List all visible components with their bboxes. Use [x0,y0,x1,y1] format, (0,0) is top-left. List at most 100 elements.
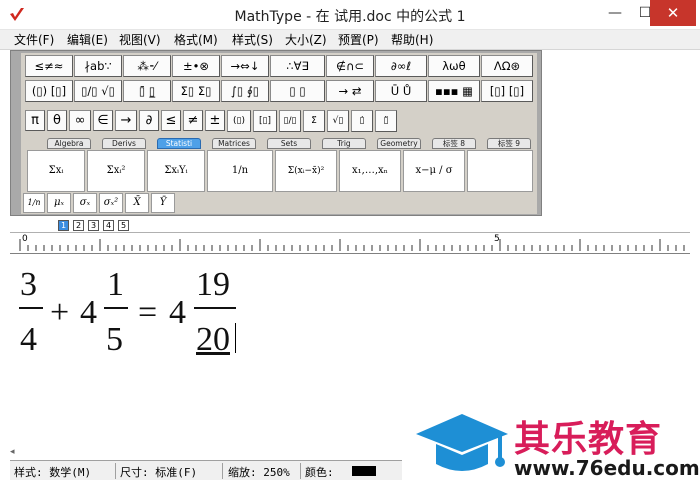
palette-embellishments[interactable]: ⁂⁃⁄ [123,55,171,77]
palette-relations[interactable]: ≤≠≈ [25,55,73,77]
color-swatch[interactable] [352,466,376,476]
template-parens[interactable]: (▯) [227,110,251,132]
palette-bars[interactable]: ▯ ▯ [270,80,325,102]
template-sum-xi[interactable]: Σxᵢ [27,150,85,192]
menu-style[interactable]: 样式(S) [232,32,273,48]
symbol-element-of[interactable]: ∈ [93,110,113,131]
menu-edit[interactable]: 编辑(E) [67,32,108,48]
palette-fractions-radicals[interactable]: ▯/▯ √▯ [74,80,122,102]
palette-spaces[interactable]: ∤ab∵ [74,55,122,77]
status-color-label: 颜色: [305,466,334,479]
template-sum-squared-deviation[interactable]: Σ(xᵢ−x̄)² [275,150,337,192]
palette-summations[interactable]: Σ▯ Σ▯ [172,80,220,102]
small-template-mu-x[interactable]: μₓ [47,193,71,213]
toolbar-panel: ≤≠≈ ∤ab∵ ⁂⁃⁄ ±•⊗ →⇔↓ ∴∀∃ ∉∩⊂ ∂∞ℓ λωθ ΛΩ⊛… [21,53,537,214]
symbol-infinity[interactable]: ∞ [69,110,91,131]
watermark-url: www.76edu.com [514,456,700,480]
small-template-y-bar[interactable]: Ȳ [151,193,175,213]
minimize-button[interactable]: — [600,0,630,26]
tab-geometry[interactable]: Geometry [377,138,421,149]
control-button-2[interactable]: 2 [73,220,84,231]
tab-algebra[interactable]: Algebra [47,138,91,149]
menu-size[interactable]: 大小(Z) [285,32,327,48]
template-sum[interactable]: Σ̈ [303,110,325,132]
scroll-left-icon[interactable]: ◂ [10,447,20,459]
symbol-plus-minus[interactable]: ± [205,110,225,131]
tab-label-8[interactable]: 标签 8 [432,138,476,149]
ruler[interactable]: 0 5 [10,232,690,254]
tab-label-9[interactable]: 标签 9 [487,138,531,149]
tab-derivs[interactable]: Derivs [102,138,146,149]
palette-boxes[interactable]: [▯] [▯] [481,80,533,102]
insertion-cursor [235,323,236,353]
watermark-title: 其乐教育 [514,419,663,460]
symbol-not-equal[interactable]: ≠ [183,110,203,131]
menu-file[interactable]: 文件(F) [14,32,54,48]
status-zoom[interactable]: 缩放: 250% [228,464,290,480]
title-bar: MathType - 在 试用.doc 中的公式 1 — ☐ ✕ [0,0,700,30]
template-standardize[interactable]: x−μ / σ [403,150,465,192]
small-template-sigma-x-squared[interactable]: σₓ² [99,193,123,213]
template-fraction[interactable]: ▯/▯ [279,110,301,132]
control-button-3[interactable]: 3 [88,220,99,231]
template-one-over-n[interactable]: 1/n [207,150,273,192]
template-sqrt[interactable]: √▯ [327,110,349,132]
tab-trig[interactable]: Trig [322,138,366,149]
palette-fences[interactable]: (▯) [▯] [25,80,73,102]
eq-fraction-3-denominator: 20 [196,321,230,358]
palette-labeled-arrows[interactable]: → ⇄ [326,80,374,102]
symbol-theta[interactable]: θ [47,110,67,131]
palette-matrices[interactable]: ▪▪▪ ▦ [428,80,480,102]
eq-fraction-3-bar [194,307,236,309]
eq-fraction-2-numerator: 1 [107,266,124,303]
small-template-sigma-x[interactable]: σₓ [73,193,97,213]
tab-matrices[interactable]: Matrices [212,138,256,149]
template-ddot[interactable]: ▯̈ [375,110,397,132]
status-style[interactable]: 样式: 数学(M) [14,464,91,480]
symbol-less-equal[interactable]: ≤ [161,110,181,131]
palette-integrals[interactable]: ∫▯ ∮▯ [221,80,269,102]
small-template-one-over-n[interactable]: 1/n [23,193,45,213]
tab-sets[interactable]: Sets [267,138,311,149]
palette-greek-upper[interactable]: ΛΩ⊛ [481,55,533,77]
eq-plus-sign: + [50,294,70,331]
palette-greek-lower[interactable]: λωθ [428,55,480,77]
palette-scripts[interactable]: ▯̄ ▯̲ [123,80,171,102]
palette-arrows[interactable]: →⇔↓ [221,55,269,77]
palette-sets[interactable]: ∉∩⊂ [326,55,374,77]
small-template-row: 1/n μₓ σₓ σₓ² X̄ Ȳ [21,192,537,214]
menu-help[interactable]: 帮助(H) [391,32,433,48]
mathtype-toolbar: ≤≠≈ ∤ab∵ ⁂⁃⁄ ±•⊗ →⇔↓ ∴∀∃ ∉∩⊂ ∂∞ℓ λωθ ΛΩ⊛… [10,50,542,216]
eq-whole-number-2: 4 [169,294,186,331]
template-brackets[interactable]: [▯] [253,110,277,132]
symbol-pi[interactable]: π [25,110,45,131]
window-title: MathType - 在 试用.doc 中的公式 1 [234,9,466,25]
palette-logic[interactable]: ∴∀∃ [270,55,325,77]
template-dot[interactable]: ▯̇ [351,110,373,132]
symbol-right-arrow[interactable]: → [115,110,137,131]
menu-format[interactable]: 格式(M) [174,32,218,48]
eq-fraction-2-bar [104,307,128,309]
palette-operators[interactable]: ±•⊗ [172,55,220,77]
small-template-x-bar[interactable]: X̄ [125,193,149,213]
ruler-label-five: 5 [494,234,500,244]
eq-fraction-1-numerator: 3 [20,266,37,303]
template-sum-xiyi[interactable]: ΣxᵢYᵢ [147,150,205,192]
template-sum-xi-squared[interactable]: Σxᵢ² [87,150,145,192]
template-empty-slot[interactable] [467,150,533,192]
symbol-partial[interactable]: ∂ [139,110,159,131]
status-size[interactable]: 尺寸: 标准(F) [120,464,197,480]
control-button-1[interactable]: 1 [58,220,69,231]
menu-view[interactable]: 视图(V) [119,32,161,48]
control-button-4[interactable]: 4 [103,220,114,231]
close-button[interactable]: ✕ [650,0,696,26]
template-x-sequence[interactable]: x₁,…,xₙ [339,150,401,192]
palette-misc[interactable]: ∂∞ℓ [375,55,427,77]
menu-preferences[interactable]: 预置(P) [338,32,379,48]
tab-statistics[interactable]: Statisti [157,138,201,149]
status-divider [222,463,223,479]
ruler-ticks [19,239,685,251]
control-button-5[interactable]: 5 [118,220,129,231]
graduation-cap-icon [416,414,508,471]
palette-products[interactable]: Ū Ů [375,80,427,102]
